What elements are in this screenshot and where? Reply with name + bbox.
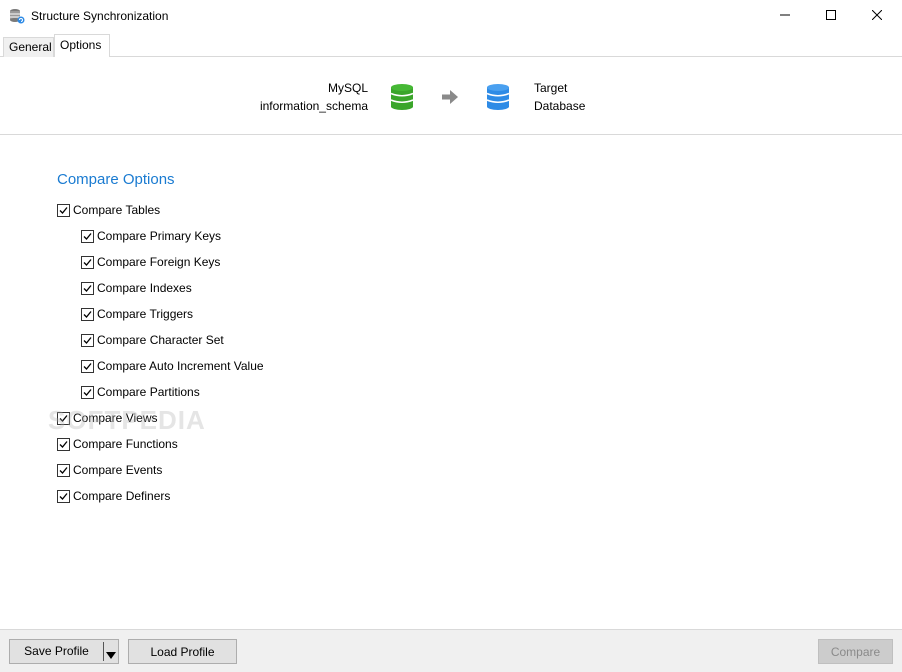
- maximize-button[interactable]: [808, 0, 854, 31]
- source-database-label: information_schema: [259, 99, 368, 113]
- checkbox[interactable]: [81, 359, 94, 373]
- option-label: Compare Indexes: [97, 281, 192, 295]
- option-label: Compare Functions: [73, 437, 178, 451]
- window-title: Structure Synchronization: [31, 9, 169, 23]
- checkbox[interactable]: [81, 281, 94, 295]
- close-icon: [871, 9, 883, 23]
- checkbox[interactable]: [57, 463, 70, 477]
- option-label: Compare Definers: [73, 489, 171, 503]
- option-compare-triggers[interactable]: Compare Triggers: [81, 305, 193, 323]
- source-database-icon: [390, 84, 414, 110]
- target-database-icon: [486, 84, 510, 110]
- watermark: SOFTPEDIA: [48, 405, 206, 435]
- option-label: Compare Triggers: [97, 307, 194, 321]
- option-compare-definers[interactable]: Compare Definers: [57, 487, 170, 505]
- option-compare-foreign-keys[interactable]: Compare Foreign Keys: [81, 253, 220, 271]
- minimize-button[interactable]: [762, 0, 808, 31]
- option-label: Compare Events: [73, 463, 163, 477]
- source-server-label: MySQL: [327, 81, 368, 95]
- title-bar: Structure Synchronization: [0, 0, 902, 32]
- target-database-label: Database: [534, 99, 586, 113]
- sync-header: MySQL information_schema Target Database: [0, 57, 902, 135]
- checkbox[interactable]: [81, 229, 94, 243]
- save-profile-label: Save Profile: [24, 644, 89, 658]
- option-compare-events[interactable]: Compare Events: [57, 461, 162, 479]
- arrow-right-icon: [442, 90, 458, 104]
- database-sync-icon: [9, 8, 25, 24]
- save-profile-button[interactable]: Save Profile: [9, 639, 119, 664]
- checkbox[interactable]: [81, 385, 94, 399]
- load-profile-button[interactable]: Load Profile: [128, 639, 237, 664]
- option-label: Compare Partitions: [97, 385, 200, 399]
- checkbox[interactable]: [81, 307, 94, 321]
- option-compare-primary-keys[interactable]: Compare Primary Keys: [81, 227, 221, 245]
- minimize-icon: [780, 9, 790, 23]
- dropdown-arrow-icon[interactable]: [106, 648, 116, 662]
- checkbox[interactable]: [81, 333, 94, 347]
- checkbox[interactable]: [57, 203, 70, 217]
- compare-options-title: Compare Options: [57, 171, 175, 188]
- option-compare-auto-increment-value[interactable]: Compare Auto Increment Value: [81, 357, 264, 375]
- option-compare-functions[interactable]: Compare Functions: [57, 435, 178, 453]
- checkbox[interactable]: [57, 489, 70, 503]
- option-label: Compare Primary Keys: [97, 229, 222, 243]
- option-label: Compare Character Set: [97, 333, 224, 347]
- tab-general[interactable]: General: [3, 37, 54, 57]
- checkbox[interactable]: [57, 437, 70, 451]
- option-compare-partitions[interactable]: Compare Partitions: [81, 383, 200, 401]
- compare-button[interactable]: Compare: [818, 639, 893, 664]
- option-compare-indexes[interactable]: Compare Indexes: [81, 279, 192, 297]
- option-compare-character-set[interactable]: Compare Character Set: [81, 331, 224, 349]
- option-label: Compare Auto Increment Value: [97, 359, 264, 373]
- option-compare-tables[interactable]: Compare Tables: [57, 201, 160, 219]
- tab-options[interactable]: Options: [54, 34, 110, 57]
- footer-bar: Save Profile Load Profile Compare: [0, 629, 902, 672]
- split-divider: [103, 642, 104, 661]
- option-label: Compare Foreign Keys: [97, 255, 221, 269]
- option-label: Compare Tables: [73, 203, 161, 217]
- tab-strip: General Options: [0, 32, 902, 57]
- checkbox[interactable]: [81, 255, 94, 269]
- close-button[interactable]: [854, 0, 900, 31]
- maximize-icon: [826, 9, 836, 23]
- target-label: Target: [534, 81, 568, 95]
